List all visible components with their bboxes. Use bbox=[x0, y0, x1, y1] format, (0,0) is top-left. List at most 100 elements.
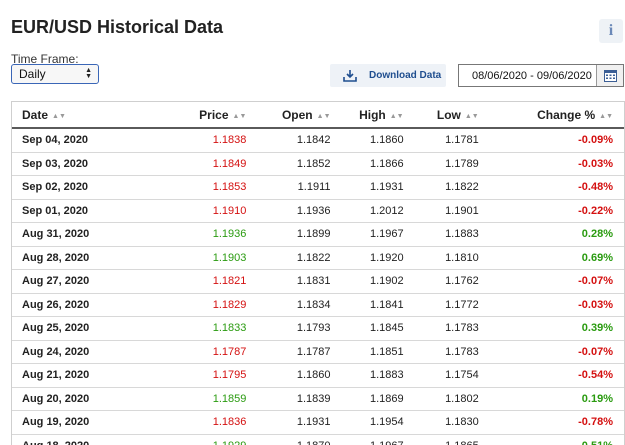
change-cell: -0.09% bbox=[478, 128, 624, 153]
price-cell: 1.1936 bbox=[143, 222, 259, 247]
open-cell: 1.1911 bbox=[258, 175, 331, 200]
change-cell: -0.78% bbox=[478, 410, 624, 435]
price-cell: 1.1833 bbox=[143, 316, 259, 341]
price-cell: 1.1929 bbox=[143, 434, 259, 445]
low-cell: 1.1901 bbox=[403, 199, 479, 223]
download-icon bbox=[343, 70, 357, 82]
change-cell: -0.07% bbox=[478, 269, 624, 294]
date-cell: Aug 18, 2020 bbox=[12, 434, 144, 445]
low-cell: 1.1781 bbox=[403, 128, 479, 153]
download-data-button[interactable]: Download Data bbox=[330, 64, 446, 87]
high-cell: 1.1954 bbox=[330, 410, 404, 435]
change-cell: -0.22% bbox=[478, 199, 624, 223]
column-header-high[interactable]: High ▲▼ bbox=[330, 102, 404, 129]
price-cell: 1.1795 bbox=[143, 363, 259, 388]
date-cell: Aug 27, 2020 bbox=[12, 269, 144, 294]
high-cell: 1.1967 bbox=[330, 434, 404, 445]
change-cell: -0.07% bbox=[478, 340, 624, 364]
high-cell: 1.1851 bbox=[330, 340, 404, 364]
table-header-row: Date ▲▼ Price ▲▼ Open ▲▼ High ▲▼ Low ▲▼ Chang… bbox=[12, 102, 624, 129]
column-header-date[interactable]: Date ▲▼ bbox=[12, 102, 144, 129]
download-data-label: Download Data bbox=[369, 70, 442, 81]
low-cell: 1.1865 bbox=[403, 434, 479, 445]
select-arrows-icon: ▲ ▼ bbox=[85, 67, 92, 80]
change-cell: 0.28% bbox=[478, 222, 624, 247]
table-row: Aug 21, 2020 1.1795 1.1860 1.1883 1.1754 -0.5… bbox=[12, 363, 624, 388]
open-cell: 1.1834 bbox=[258, 293, 331, 317]
table-row: Aug 31, 2020 1.1936 1.1899 1.1967 1.1883 0.28… bbox=[12, 222, 624, 247]
high-cell: 1.1866 bbox=[330, 152, 404, 176]
date-range-value: 08/06/2020 - 09/06/2020 bbox=[472, 69, 592, 82]
high-cell: 1.1869 bbox=[330, 387, 404, 411]
date-cell: Sep 04, 2020 bbox=[12, 128, 144, 153]
date-cell: Sep 02, 2020 bbox=[12, 175, 144, 200]
date-cell: Sep 01, 2020 bbox=[12, 199, 144, 223]
high-cell: 1.2012 bbox=[330, 199, 404, 223]
sort-icon: ▲▼ bbox=[52, 112, 66, 120]
low-cell: 1.1830 bbox=[403, 410, 479, 435]
low-cell: 1.1783 bbox=[403, 316, 479, 341]
change-cell: 0.69% bbox=[478, 246, 624, 270]
low-cell: 1.1802 bbox=[403, 387, 479, 411]
open-cell: 1.1931 bbox=[258, 410, 331, 435]
date-cell: Aug 25, 2020 bbox=[12, 316, 144, 341]
table-row: Sep 02, 2020 1.1853 1.1911 1.1931 1.1822 -0.4… bbox=[12, 175, 624, 200]
info-icon[interactable]: i bbox=[599, 19, 623, 43]
column-header-low[interactable]: Low ▲▼ bbox=[403, 102, 479, 129]
price-cell: 1.1853 bbox=[143, 175, 259, 200]
price-cell: 1.1849 bbox=[143, 152, 259, 176]
low-cell: 1.1883 bbox=[403, 222, 479, 247]
sort-icon: ▲▼ bbox=[232, 112, 247, 120]
calendar-icon bbox=[603, 69, 617, 82]
column-header-price[interactable]: Price ▲▼ bbox=[143, 102, 259, 129]
open-cell: 1.1870 bbox=[258, 434, 331, 445]
date-cell: Aug 26, 2020 bbox=[12, 293, 144, 317]
table-row: Aug 26, 2020 1.1829 1.1834 1.1841 1.1772 -0.0… bbox=[12, 293, 624, 317]
open-cell: 1.1787 bbox=[258, 340, 331, 364]
high-cell: 1.1931 bbox=[330, 175, 404, 200]
high-cell: 1.1845 bbox=[330, 316, 404, 341]
sort-icon: ▲▼ bbox=[464, 112, 479, 120]
low-cell: 1.1772 bbox=[403, 293, 479, 317]
low-cell: 1.1762 bbox=[403, 269, 479, 294]
change-cell: 0.51% bbox=[478, 434, 624, 445]
column-header-change[interactable]: Change % ▲▼ bbox=[478, 102, 624, 129]
date-range-picker[interactable]: 08/06/2020 - 09/06/2020 bbox=[458, 64, 624, 87]
table-row: Aug 28, 2020 1.1903 1.1822 1.1920 1.1810 0.69… bbox=[12, 246, 624, 270]
open-cell: 1.1936 bbox=[258, 199, 331, 223]
time-frame-value: Daily bbox=[19, 67, 46, 81]
date-cell: Aug 19, 2020 bbox=[12, 410, 144, 435]
change-cell: -0.48% bbox=[478, 175, 624, 200]
open-cell: 1.1842 bbox=[258, 128, 331, 153]
price-cell: 1.1903 bbox=[143, 246, 259, 270]
table-row: Sep 03, 2020 1.1849 1.1852 1.1866 1.1789 -0.0… bbox=[12, 152, 624, 176]
column-header-open[interactable]: Open ▲▼ bbox=[258, 102, 331, 129]
table-row: Aug 19, 2020 1.1836 1.1931 1.1954 1.1830 -0.7… bbox=[12, 410, 624, 435]
high-cell: 1.1902 bbox=[330, 269, 404, 294]
change-cell: 0.19% bbox=[478, 387, 624, 411]
open-cell: 1.1822 bbox=[258, 246, 331, 270]
table-row: Sep 01, 2020 1.1910 1.1936 1.2012 1.1901 -0.2… bbox=[12, 199, 624, 223]
price-cell: 1.1836 bbox=[143, 410, 259, 435]
open-cell: 1.1852 bbox=[258, 152, 331, 176]
price-cell: 1.1821 bbox=[143, 269, 259, 294]
date-cell: Sep 03, 2020 bbox=[12, 152, 144, 176]
price-cell: 1.1859 bbox=[143, 387, 259, 411]
low-cell: 1.1754 bbox=[403, 363, 479, 388]
date-cell: Aug 20, 2020 bbox=[12, 387, 144, 411]
calendar-button[interactable] bbox=[596, 65, 623, 86]
table-row: Aug 20, 2020 1.1859 1.1839 1.1869 1.1802 0.19… bbox=[12, 387, 624, 411]
table-row: Aug 27, 2020 1.1821 1.1831 1.1902 1.1762 -0.0… bbox=[12, 269, 624, 294]
change-cell: -0.54% bbox=[478, 363, 624, 388]
high-cell: 1.1967 bbox=[330, 222, 404, 247]
table-row: Aug 18, 20201.19291.18701.19671.18650.51… bbox=[12, 434, 624, 445]
change-cell: -0.03% bbox=[478, 293, 624, 317]
date-cell: Aug 28, 2020 bbox=[12, 246, 144, 270]
open-cell: 1.1860 bbox=[258, 363, 331, 388]
time-frame-select[interactable]: Daily ▲ ▼ bbox=[11, 64, 99, 84]
price-cell: 1.1838 bbox=[143, 128, 259, 153]
open-cell: 1.1839 bbox=[258, 387, 331, 411]
low-cell: 1.1783 bbox=[403, 340, 479, 364]
change-cell: 0.39% bbox=[478, 316, 624, 341]
high-cell: 1.1920 bbox=[330, 246, 404, 270]
